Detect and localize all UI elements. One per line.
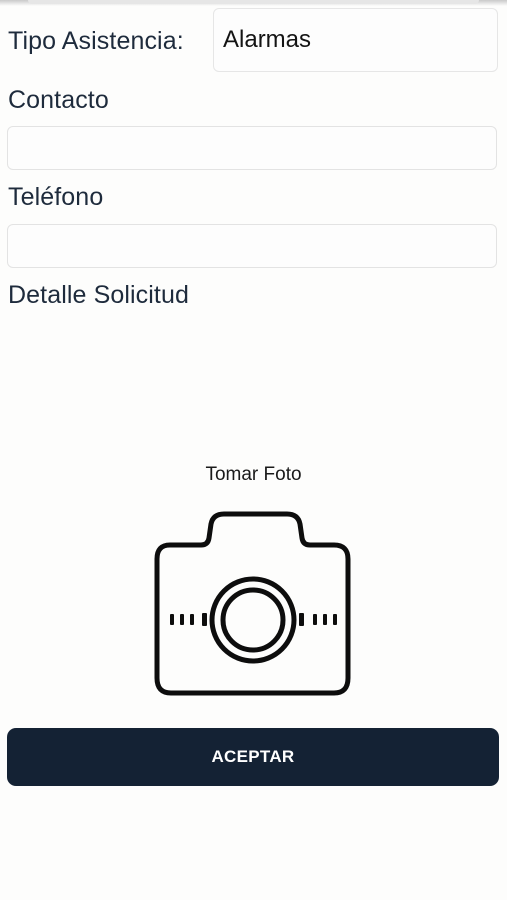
accept-button[interactable]: ACEPTAR [7,728,499,786]
detalle-solicitud-label: Detalle Solicitud [8,281,189,309]
top-edge-panel [28,0,479,4]
camera-button[interactable] [154,510,352,698]
contacto-label: Contacto [8,86,109,114]
take-photo-label: Tomar Foto [205,464,302,485]
tipo-asistencia-label: Tipo Asistencia: [8,27,184,55]
contacto-field[interactable] [7,126,497,170]
camera-icon [154,511,351,696]
detalle-solicitud-field[interactable] [7,318,497,448]
telefono-field[interactable] [7,224,497,268]
tipo-asistencia-value: Alarmas [223,26,312,53]
telefono-label: Teléfono [8,183,104,211]
top-edge-shadow [0,0,507,6]
tipo-asistencia-select[interactable]: Alarmas [213,8,498,72]
